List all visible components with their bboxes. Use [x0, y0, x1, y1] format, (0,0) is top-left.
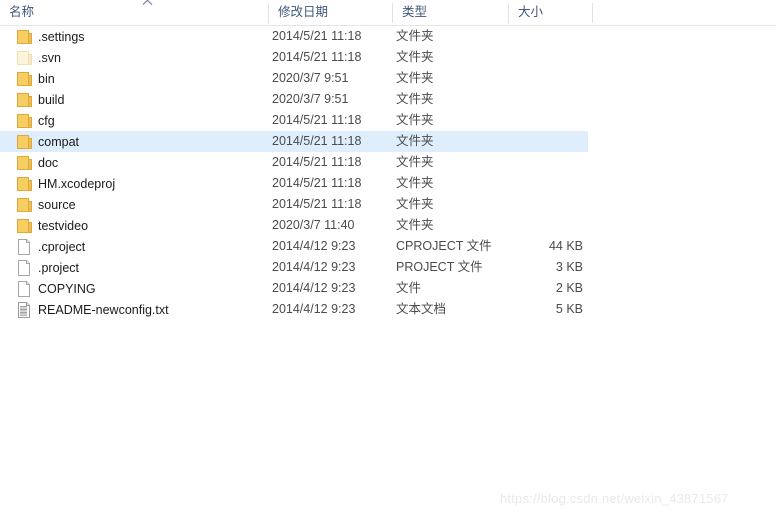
- file-list: .settings 2014/5/21 11:18 文件夹 .svn 2014/5/21…: [0, 26, 776, 320]
- file-icon: [17, 238, 33, 255]
- file-name-cell[interactable]: .svn: [0, 47, 268, 68]
- file-size-cell: [490, 215, 583, 236]
- file-date-cell: 2014/4/12 9:23: [272, 260, 356, 274]
- file-date-cell: 2014/4/12 9:23: [272, 239, 356, 253]
- file-row[interactable]: .project 2014/4/12 9:23 PROJECT 文件 3 KB: [0, 257, 588, 278]
- file-name-label: bin: [38, 71, 55, 86]
- file-size-cell: [490, 47, 583, 68]
- file-row[interactable]: .svn 2014/5/21 11:18 文件夹: [0, 47, 588, 68]
- file-name-label: .settings: [38, 29, 85, 44]
- file-date-cell: 2014/4/12 9:23: [272, 302, 356, 316]
- file-size-cell: [490, 68, 583, 89]
- file-size-cell: [490, 194, 583, 215]
- column-header-size[interactable]: 大小: [509, 0, 592, 25]
- column-header-size-label: 大小: [518, 5, 544, 19]
- file-row[interactable]: HM.xcodeproj 2014/5/21 11:18 文件夹: [0, 173, 588, 194]
- file-row[interactable]: .settings 2014/5/21 11:18 文件夹: [0, 26, 588, 47]
- file-date-cell: 2014/4/12 9:23: [272, 281, 356, 295]
- file-name-cell[interactable]: .cproject: [0, 236, 268, 257]
- file-name-label: build: [38, 92, 65, 107]
- file-date-cell: 2020/3/7 9:51: [272, 71, 349, 85]
- column-header: 名称 修改日期 类型 大小: [0, 0, 776, 26]
- file-name-label: .project: [38, 260, 79, 275]
- file-date-cell: 2014/5/21 11:18: [272, 29, 362, 43]
- file-size-cell: 2 KB: [555, 281, 583, 295]
- file-size-cell: 5 KB: [555, 302, 583, 316]
- file-size-cell: [490, 89, 583, 110]
- file-name-cell[interactable]: source: [0, 194, 268, 215]
- column-header-name[interactable]: 名称: [0, 0, 268, 25]
- file-name-label: .svn: [38, 50, 61, 65]
- file-date-cell: 2014/5/21 11:18: [272, 176, 362, 190]
- file-name-cell[interactable]: cfg: [0, 110, 268, 131]
- file-name-cell[interactable]: .settings: [0, 26, 268, 47]
- file-icon: [17, 280, 33, 297]
- file-name-label: cfg: [38, 113, 55, 128]
- file-size-cell: [490, 131, 583, 152]
- file-icon: [17, 259, 33, 276]
- text-file-icon: [17, 301, 33, 318]
- column-header-date-label: 修改日期: [278, 5, 329, 19]
- file-row[interactable]: compat 2014/5/21 11:18 文件夹: [0, 131, 588, 152]
- file-row[interactable]: source 2014/5/21 11:18 文件夹: [0, 194, 588, 215]
- folder-hidden-icon: [17, 50, 33, 66]
- file-name-label: HM.xcodeproj: [38, 176, 116, 191]
- file-row[interactable]: doc 2014/5/21 11:18 文件夹: [0, 152, 588, 173]
- file-date-cell: 2020/3/7 11:40: [272, 218, 355, 232]
- file-name-label: source: [38, 197, 76, 212]
- file-name-cell[interactable]: build: [0, 89, 268, 110]
- folder-icon: [17, 92, 33, 108]
- file-name-cell[interactable]: .project: [0, 257, 268, 278]
- file-row[interactable]: bin 2020/3/7 9:51 文件夹: [0, 68, 588, 89]
- file-date-cell: 2014/5/21 11:18: [272, 197, 362, 211]
- column-header-type[interactable]: 类型: [393, 0, 508, 25]
- folder-icon: [17, 71, 33, 87]
- column-divider-4[interactable]: [592, 3, 593, 23]
- file-name-label: COPYING: [38, 281, 96, 296]
- file-date-cell: 2014/5/21 11:18: [272, 155, 362, 169]
- file-name-label: .cproject: [38, 239, 86, 254]
- file-name-cell[interactable]: HM.xcodeproj: [0, 173, 268, 194]
- column-header-type-label: 类型: [402, 5, 428, 19]
- file-row[interactable]: build 2020/3/7 9:51 文件夹: [0, 89, 588, 110]
- file-size-cell: [490, 152, 583, 173]
- folder-icon: [17, 155, 33, 171]
- folder-icon: [17, 197, 33, 213]
- watermark: https://blog.csdn.net/weixin_43871567: [500, 491, 729, 506]
- folder-icon: [17, 218, 33, 234]
- file-size-cell: [490, 26, 583, 47]
- file-size-cell: [490, 173, 583, 194]
- file-date-cell: 2014/5/21 11:18: [272, 113, 362, 127]
- file-name-cell[interactable]: doc: [0, 152, 268, 173]
- file-name-label: testvideo: [38, 218, 89, 233]
- sort-ascending-icon: [142, 0, 153, 7]
- file-date-cell: 2014/5/21 11:18: [272, 50, 362, 64]
- file-name-label: compat: [38, 134, 79, 149]
- file-row[interactable]: .cproject 2014/4/12 9:23 CPROJECT 文件 44 KB: [0, 236, 588, 257]
- folder-icon: [17, 176, 33, 192]
- file-row[interactable]: README-newconfig.txt 2014/4/12 9:23 文本文档 5 …: [0, 299, 588, 320]
- file-row[interactable]: cfg 2014/5/21 11:18 文件夹: [0, 110, 588, 131]
- file-name-cell[interactable]: COPYING: [0, 278, 268, 299]
- file-name-cell[interactable]: testvideo: [0, 215, 268, 236]
- folder-icon: [17, 113, 33, 129]
- file-row[interactable]: COPYING 2014/4/12 9:23 文件 2 KB: [0, 278, 588, 299]
- file-name-label: doc: [38, 155, 59, 170]
- file-size-cell: 3 KB: [555, 260, 583, 274]
- folder-icon: [17, 134, 33, 150]
- file-date-cell: 2014/5/21 11:18: [272, 134, 362, 148]
- file-name-cell[interactable]: compat: [0, 131, 268, 152]
- file-row[interactable]: testvideo 2020/3/7 11:40 文件夹: [0, 215, 588, 236]
- column-header-date[interactable]: 修改日期: [269, 0, 392, 25]
- file-name-label: README-newconfig.txt: [38, 302, 169, 317]
- file-name-cell[interactable]: bin: [0, 68, 268, 89]
- folder-icon: [17, 29, 33, 45]
- file-name-cell[interactable]: README-newconfig.txt: [0, 299, 268, 320]
- file-size-cell: 44 KB: [548, 239, 583, 253]
- file-size-cell: [490, 110, 583, 131]
- file-date-cell: 2020/3/7 9:51: [272, 92, 349, 106]
- column-header-name-label: 名称: [9, 5, 35, 19]
